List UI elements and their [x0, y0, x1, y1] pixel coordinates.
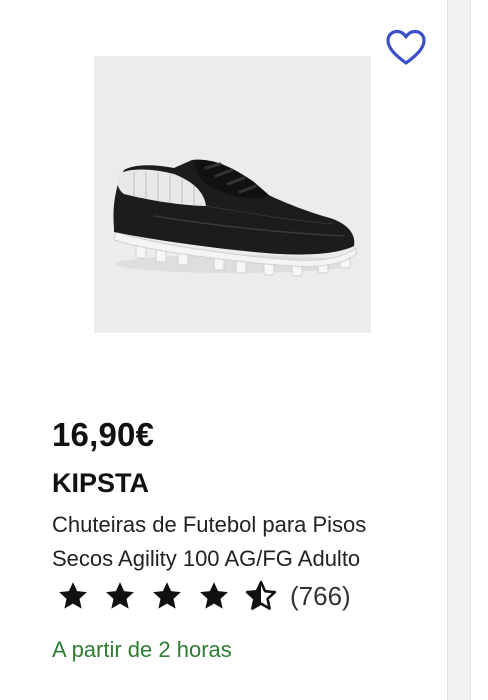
star-half-icon — [244, 579, 278, 613]
product-price: 16,90€ — [52, 416, 155, 453]
wishlist-button[interactable] — [384, 28, 428, 68]
star-full-icon — [150, 579, 184, 613]
star-full-icon — [103, 579, 137, 613]
football-boot-image — [113, 159, 357, 277]
star-full-icon — [56, 579, 90, 613]
star-full-icon — [197, 579, 231, 613]
product-brand: KIPSTA — [52, 468, 150, 498]
product-image[interactable] — [94, 56, 371, 333]
availability-text: A partir de 2 horas — [52, 637, 232, 662]
product-title[interactable]: Chuteiras de Futebol para Pisos Secos Ag… — [52, 508, 424, 576]
heart-outline-icon — [386, 29, 426, 65]
next-product-card[interactable] — [470, 0, 488, 700]
review-count[interactable]: (766) — [290, 581, 351, 612]
product-rating[interactable]: (766) — [56, 576, 351, 616]
product-card[interactable]: 16,90€ KIPSTA Chuteiras de Futebol para … — [0, 0, 448, 700]
